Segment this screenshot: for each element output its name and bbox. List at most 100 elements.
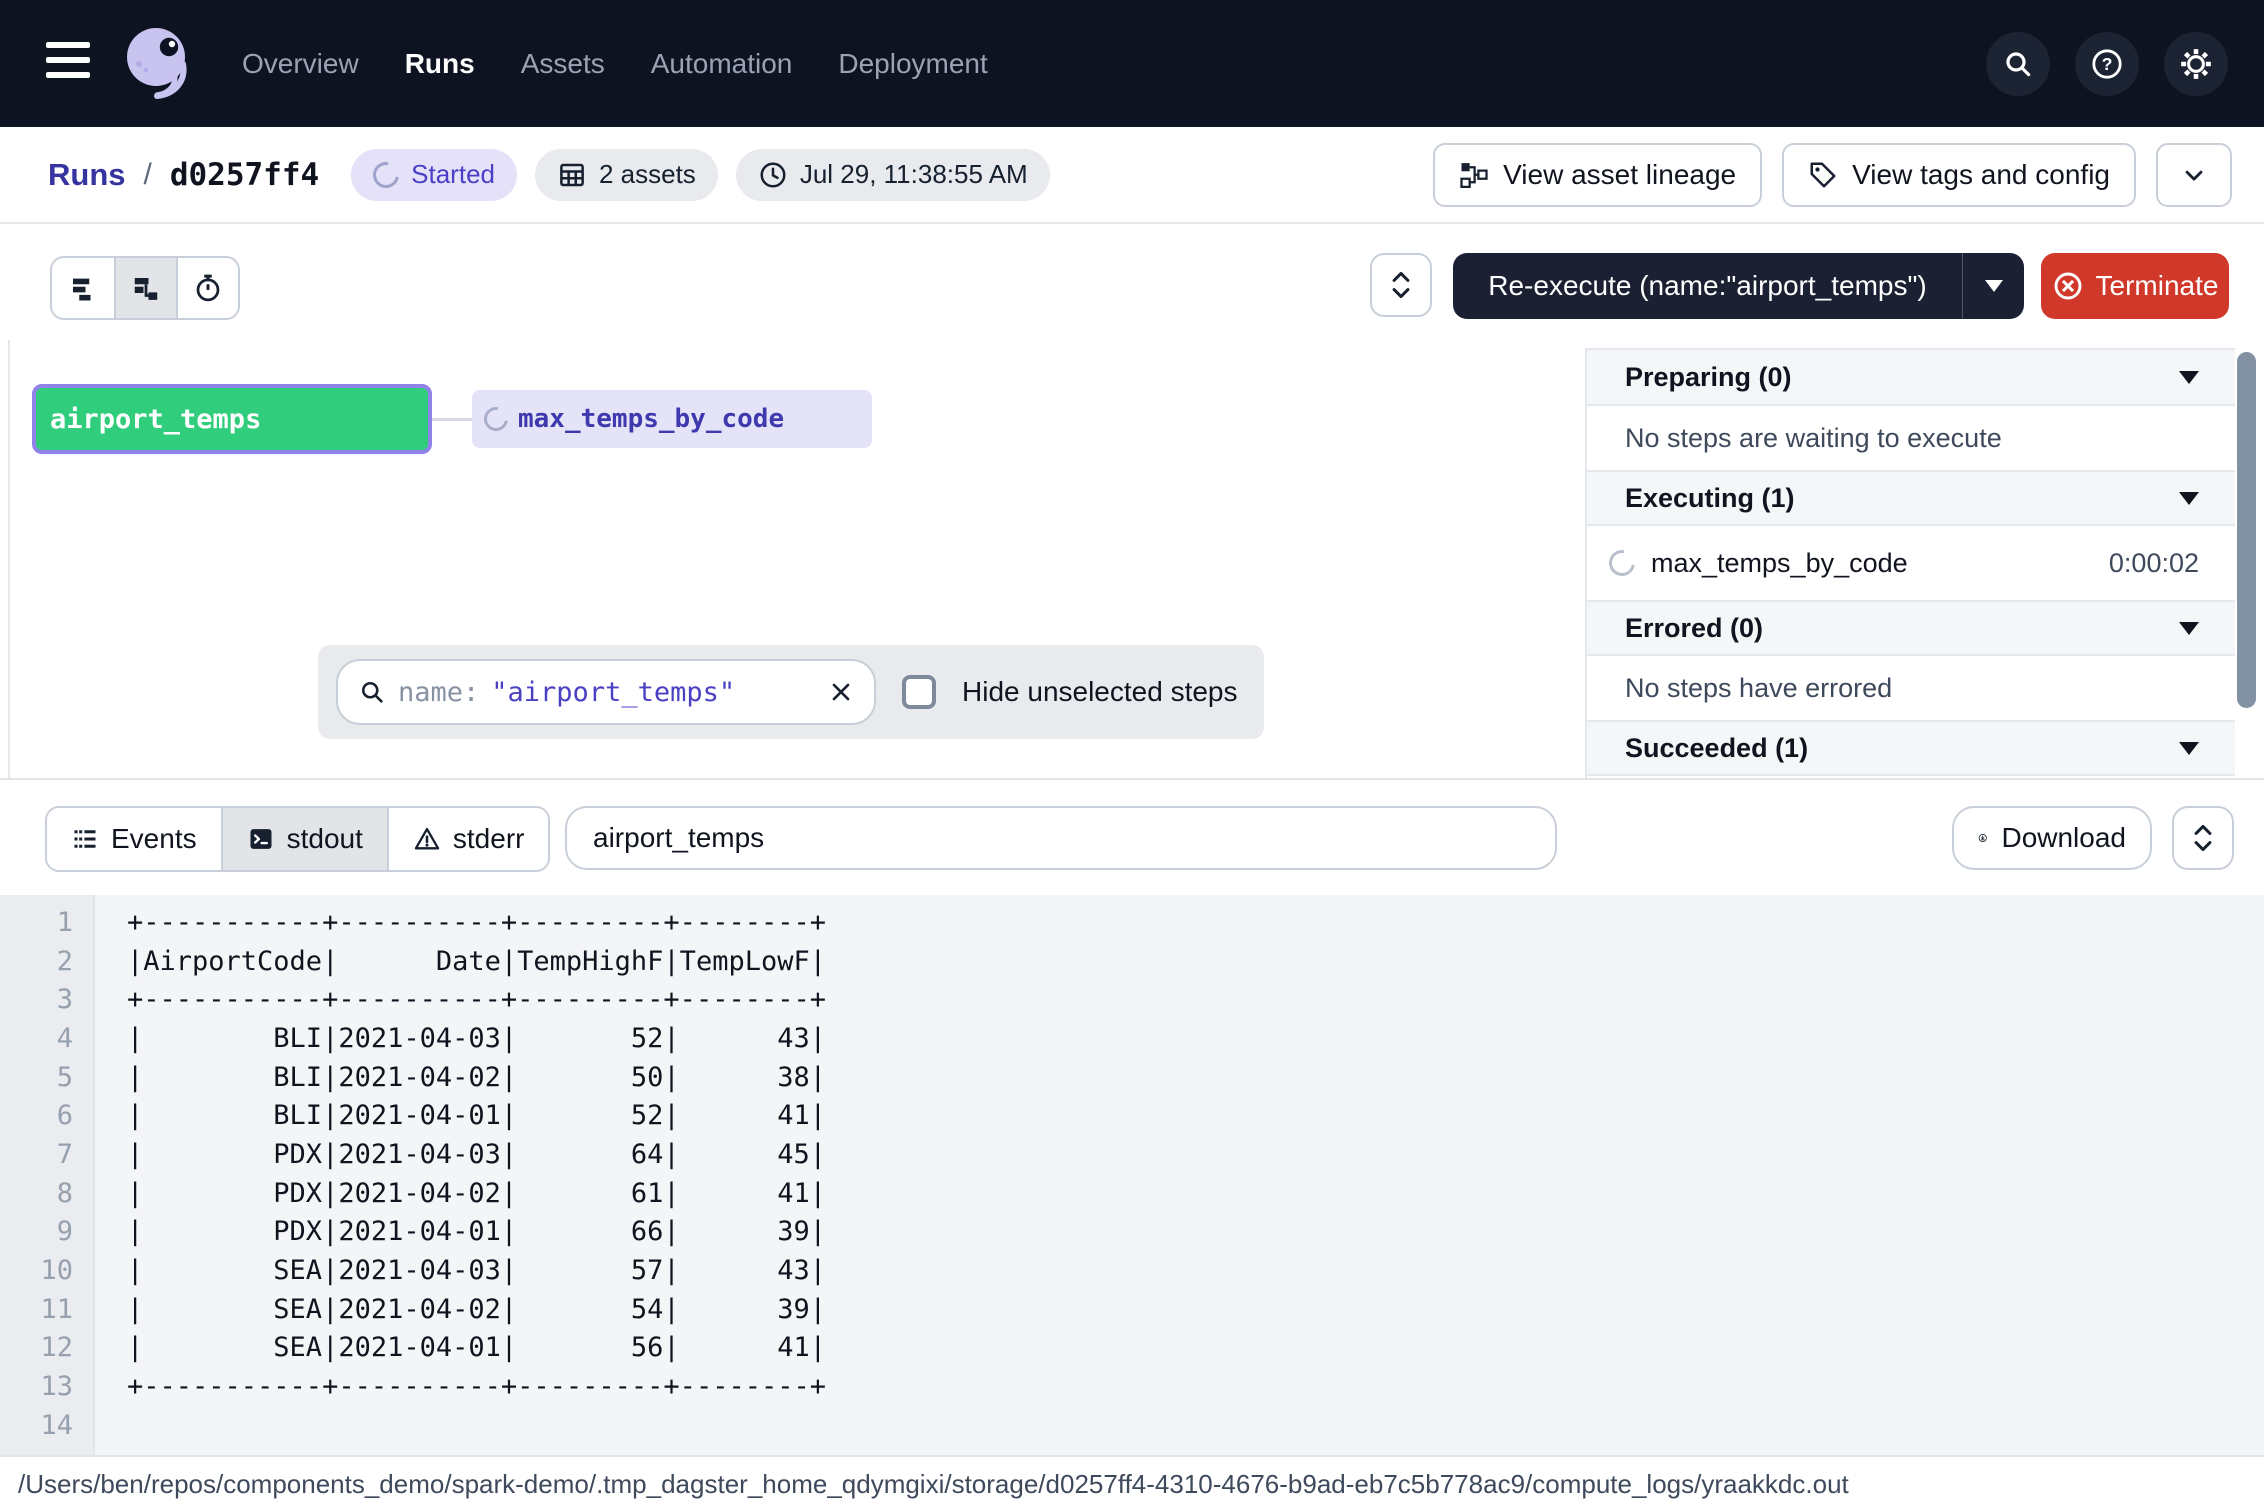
gantt-view-toggle: [50, 256, 240, 320]
waterfall-gantt-icon: [131, 273, 161, 303]
step-status-panel: Preparing (0)No steps are waiting to exe…: [1585, 348, 2235, 778]
tab-stderr[interactable]: stderr: [387, 808, 549, 870]
breadcrumb-runs-link[interactable]: Runs: [48, 157, 126, 193]
download-button[interactable]: Download: [1952, 806, 2152, 870]
log-line-number: 11: [0, 1294, 95, 1325]
log-line: 10| SEA|2021-04-03| 57| 43|: [0, 1251, 2264, 1290]
nav-item-automation[interactable]: Automation: [651, 48, 793, 80]
reexecute-dropdown-button[interactable]: [1962, 253, 2024, 319]
log-line-number: 3: [0, 984, 95, 1015]
log-line-number: 4: [0, 1023, 95, 1054]
nav-links: Overview Runs Assets Automation Deployment: [242, 0, 988, 127]
log-line: 13+-----------+----------+---------+----…: [0, 1367, 2264, 1406]
log-line-text: +-----------+----------+---------+------…: [95, 984, 826, 1015]
gantt-step-airport-temps[interactable]: airport_temps: [32, 384, 432, 454]
hide-unselected-checkbox[interactable]: [902, 675, 936, 709]
flat-gantt-view-button[interactable]: [52, 258, 114, 318]
gantt-zoom-button[interactable]: [1370, 253, 1432, 317]
log-line-text: | BLI|2021-04-01| 52| 41|: [95, 1100, 826, 1131]
spinner-icon: [1604, 545, 1640, 581]
clock-icon: [758, 160, 788, 190]
asset-grid-icon: [557, 160, 587, 190]
tab-events[interactable]: Events: [47, 808, 221, 870]
step-filter-input[interactable]: name: "airport_temps": [336, 659, 876, 725]
nav-item-runs[interactable]: Runs: [405, 48, 475, 80]
log-line: 7| PDX|2021-04-03| 64| 45|: [0, 1135, 2264, 1174]
log-expand-button[interactable]: [2172, 806, 2234, 870]
log-line-number: 13: [0, 1371, 95, 1402]
dagster-run-page: Overview Runs Assets Automation Deployment ?: [0, 0, 2264, 1512]
event-list-icon: [71, 825, 99, 853]
view-asset-lineage-button[interactable]: View asset lineage: [1433, 143, 1762, 207]
log-viewer[interactable]: 1+-----------+----------+---------+-----…: [0, 895, 2264, 1455]
status-section-header[interactable]: Executing (1): [1587, 470, 2235, 526]
spinner-icon: [479, 402, 512, 435]
gantt-step-max-temps-by-code[interactable]: max_temps_by_code: [472, 390, 872, 448]
log-line-text: | SEA|2021-04-02| 54| 39|: [95, 1294, 826, 1325]
waterfall-gantt-view-button[interactable]: [114, 258, 176, 318]
gantt-panel-border: [8, 340, 10, 778]
header-more-dropdown-button[interactable]: [2156, 143, 2232, 207]
status-section-header[interactable]: Errored (0): [1587, 600, 2235, 656]
warning-triangle-icon: [413, 825, 441, 853]
log-line: 8| PDX|2021-04-02| 61| 41|: [0, 1174, 2264, 1213]
search-icon[interactable]: [1986, 32, 2050, 96]
view-tags-and-config-button[interactable]: View tags and config: [1782, 143, 2136, 207]
log-line: 2|AirportCode| Date|TempHighF|TempLowF|: [0, 942, 2264, 981]
log-line-text: +-----------+----------+---------+------…: [95, 1371, 826, 1402]
log-line: 14: [0, 1406, 2264, 1445]
nav-item-deployment[interactable]: Deployment: [838, 48, 987, 80]
breadcrumb-separator: /: [144, 158, 152, 192]
scrollbar-thumb[interactable]: [2237, 352, 2256, 708]
reexecute-button[interactable]: Re-execute (name:"airport_temps"): [1453, 253, 2024, 319]
log-line-number: 14: [0, 1410, 95, 1441]
status-empty-text: No steps have errored: [1587, 656, 2235, 720]
log-line-text: +-----------+----------+---------+------…: [95, 907, 826, 938]
log-line: 5| BLI|2021-04-02| 50| 38|: [0, 1058, 2264, 1097]
lineage-icon: [1459, 160, 1489, 190]
status-section-body: max_temps_by_code0:00:02: [1587, 526, 2235, 600]
hide-unselected-label: Hide unselected steps: [962, 676, 1238, 708]
status-section-header[interactable]: Preparing (0): [1587, 350, 2235, 406]
terminate-button[interactable]: Terminate: [2041, 253, 2229, 319]
dagster-logo-icon[interactable]: [116, 22, 198, 108]
status-badge: Started: [351, 149, 517, 201]
log-line-text: | PDX|2021-04-02| 61| 41|: [95, 1178, 826, 1209]
log-line: 12| SEA|2021-04-01| 56| 41|: [0, 1329, 2264, 1368]
log-file-path: /Users/ben/repos/components_demo/spark-d…: [18, 1469, 1849, 1500]
log-line-text: | BLI|2021-04-03| 52| 43|: [95, 1023, 826, 1054]
nav-item-overview[interactable]: Overview: [242, 48, 359, 80]
status-section-body: No steps are waiting to execute: [1587, 406, 2235, 470]
log-line-number: 1: [0, 907, 95, 938]
log-file-footer: /Users/ben/repos/components_demo/spark-d…: [0, 1455, 2264, 1512]
executing-step-row[interactable]: max_temps_by_code0:00:02: [1587, 526, 2235, 600]
tab-stdout[interactable]: stdout: [221, 808, 387, 870]
nav-item-assets[interactable]: Assets: [521, 48, 605, 80]
log-step-selector[interactable]: airport_temps: [565, 806, 1557, 870]
log-type-tabs: Events stdout stderr: [45, 806, 550, 872]
timer-view-button[interactable]: [176, 258, 238, 318]
log-line-number: 7: [0, 1139, 95, 1170]
status-section-title: Succeeded (1): [1625, 733, 2179, 764]
status-section-header[interactable]: Succeeded (1): [1587, 720, 2235, 776]
log-line: 4| BLI|2021-04-03| 52| 43|: [0, 1019, 2264, 1058]
log-line-number: 8: [0, 1178, 95, 1209]
log-line-number: 6: [0, 1100, 95, 1131]
help-icon[interactable]: ?: [2075, 32, 2139, 96]
status-section-title: Errored (0): [1625, 613, 2179, 644]
status-section-title: Executing (1): [1625, 483, 2179, 514]
cancel-circle-icon: [2052, 270, 2084, 302]
caret-down-icon: [2179, 742, 2199, 755]
gear-icon[interactable]: [2164, 32, 2228, 96]
log-line-number: 5: [0, 1062, 95, 1093]
clear-filter-icon[interactable]: [828, 679, 854, 705]
svg-text:?: ?: [2102, 54, 2113, 74]
breadcrumb: Runs / d0257ff4 Started 2 assets Jul 29,…: [48, 127, 1050, 222]
log-line-text: | PDX|2021-04-03| 64| 45|: [95, 1139, 826, 1170]
run-header: Runs / d0257ff4 Started 2 assets Jul 29,…: [0, 127, 2264, 224]
tag-icon: [1808, 160, 1838, 190]
log-line: 11| SEA|2021-04-02| 54| 39|: [0, 1290, 2264, 1329]
menu-icon[interactable]: [46, 42, 94, 84]
assets-count-badge[interactable]: 2 assets: [535, 149, 718, 201]
log-line-text: | BLI|2021-04-02| 50| 38|: [95, 1062, 826, 1093]
